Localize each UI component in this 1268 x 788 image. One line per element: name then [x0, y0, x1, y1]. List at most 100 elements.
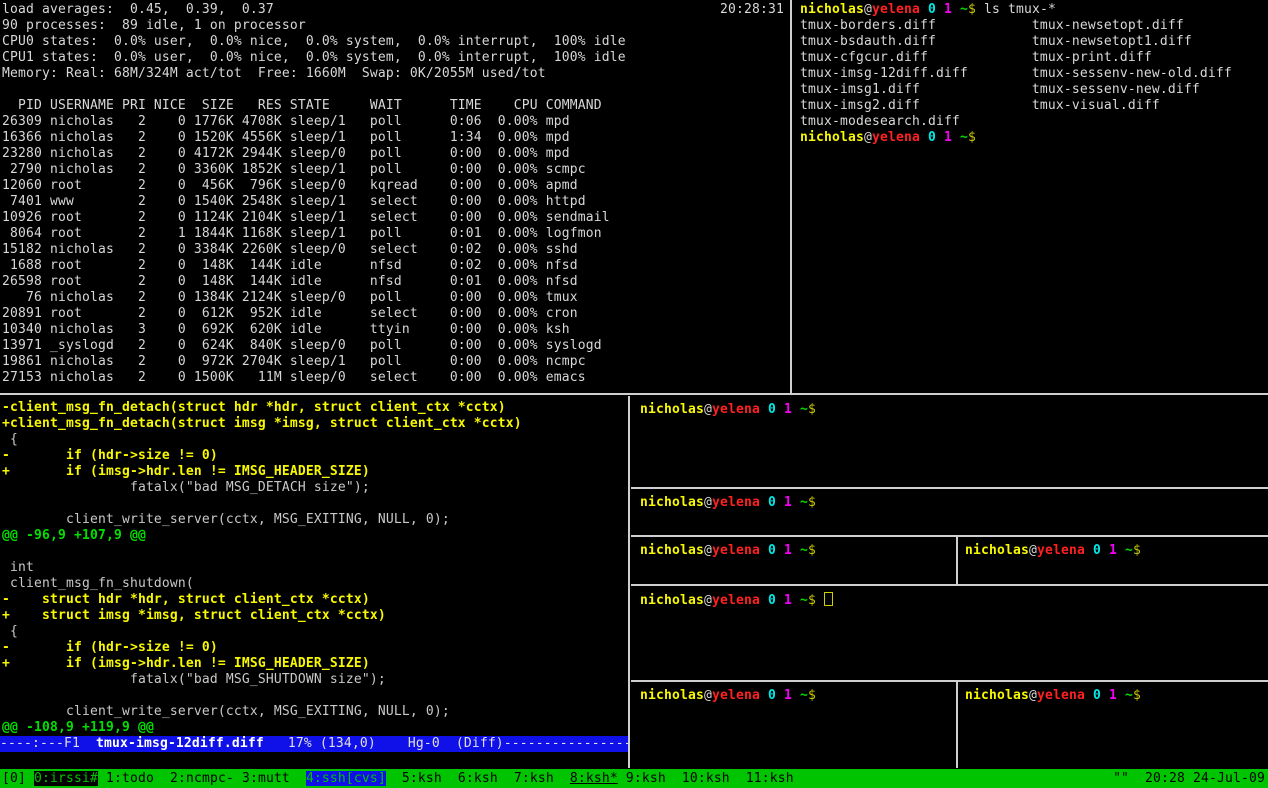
prompt-at: @	[864, 2, 872, 17]
diff-line-added: +client_msg_fn_detach(struct imsg *imsg,…	[2, 416, 630, 432]
prompt-dollar: $	[808, 543, 816, 558]
pane-shell-3[interactable]: nicholas@yelena 0 1 ~$	[631, 537, 965, 584]
diff-line-context: int	[2, 560, 630, 576]
prompt-host: yelena	[712, 543, 760, 558]
prompt-jobs: 1	[776, 495, 792, 510]
prompt-jobs: 1	[1101, 543, 1117, 558]
pane-border-vertical-bottom	[628, 396, 630, 768]
prompt-host: yelena	[712, 593, 760, 608]
prompt-hist: 0	[920, 2, 936, 17]
prompt-host: yelena	[712, 495, 760, 510]
process-row: 15182 nicholas 2 0 3384K 2260K sleep/0 s…	[2, 242, 792, 258]
prompt-user: nicholas	[965, 543, 1029, 558]
shell-prompt-line[interactable]: nicholas@yelena 0 1 ~$	[640, 495, 1268, 511]
prompt-user: nicholas	[640, 688, 704, 703]
shell-prompt: nicholas@yelena 0 1 ~$	[965, 688, 1141, 703]
shell-prompt-line[interactable]: nicholas@yelena 0 1 ~$	[965, 543, 1268, 559]
pane-shell-ls[interactable]: nicholas@yelena 0 1 ~$ ls tmux-* tmux-bo…	[792, 0, 1268, 395]
prompt-path: ~	[952, 130, 968, 145]
status-window-4sshcvs[interactable]: 4:ssh[cvs]	[306, 771, 386, 786]
status-window-3mutt[interactable]: 3:mutt	[242, 771, 290, 786]
status-separator	[234, 771, 242, 786]
prompt-host: yelena	[712, 402, 760, 417]
prompt-host: yelena	[872, 2, 920, 17]
status-window-9ksh[interactable]: 9:ksh	[626, 771, 666, 786]
prompt-dollar: $	[1133, 688, 1141, 703]
file-list-line: tmux-imsg-12diff.diff tmux-sessenv-new-o…	[800, 66, 1268, 82]
status-separator	[618, 771, 626, 786]
status-separator	[290, 771, 306, 786]
process-row: 26309 nicholas 2 0 1776K 4708K sleep/1 p…	[2, 114, 792, 130]
shell-prompt-line[interactable]: nicholas@yelena 0 1 ~$	[640, 402, 1268, 418]
prompt-dollar: $	[808, 495, 816, 510]
prompt-user: nicholas	[640, 593, 704, 608]
prompt-user: nicholas	[640, 543, 704, 558]
prompt-hist: 0	[1085, 543, 1101, 558]
status-session-name: [0]	[2, 771, 26, 786]
prompt-hist: 0	[760, 402, 776, 417]
file-list-line: tmux-cfgcur.diff tmux-print.diff	[800, 50, 1268, 66]
prompt-hist: 0	[920, 130, 936, 145]
emacs-buffer-name: tmux-imsg-12diff.diff	[96, 736, 264, 751]
status-window-5ksh[interactable]: 5:ksh	[402, 771, 442, 786]
process-row: 8064 root 2 1 1844K 1168K sleep/1 poll 0…	[2, 226, 792, 242]
status-separator	[554, 771, 570, 786]
pane-shell-4[interactable]: nicholas@yelena 0 1 ~$	[958, 537, 1268, 584]
prompt-at: @	[1029, 688, 1037, 703]
prompt-jobs: 1	[1101, 688, 1117, 703]
shell-prompt-line[interactable]: nicholas@yelena 0 1 ~$	[640, 688, 965, 704]
emacs-minibuffer[interactable]	[0, 752, 628, 768]
prompt-dollar: $	[968, 130, 976, 145]
prompt-at: @	[1029, 543, 1037, 558]
prompt-user: nicholas	[965, 688, 1029, 703]
pane-shell-2[interactable]: nicholas@yelena 0 1 ~$	[631, 489, 1268, 541]
prompt-hist: 0	[1085, 688, 1101, 703]
status-window-11ksh[interactable]: 11:ksh	[746, 771, 794, 786]
diff-line-context: client_write_server(cctx, MSG_EXITING, N…	[2, 512, 630, 528]
status-window-0irssi[interactable]: 0:irssi#	[34, 771, 98, 786]
prompt-dollar: $	[808, 402, 816, 417]
top-cpu0-line: CPU0 states: 0.0% user, 0.0% nice, 0.0% …	[2, 34, 792, 50]
pane-shell-active[interactable]: nicholas@yelena 0 1 ~$	[631, 586, 1268, 686]
pane-border-horizontal-middle	[0, 393, 1268, 395]
top-clock: 20:28:31	[720, 2, 784, 18]
file-list-line: tmux-imsg1.diff tmux-sessenv-new.diff	[800, 82, 1268, 98]
status-window-6ksh[interactable]: 6:ksh	[458, 771, 498, 786]
pane-shell-5[interactable]: nicholas@yelena 0 1 ~$	[631, 682, 965, 768]
shell-prompt: nicholas@yelena 0 1 ~$	[640, 593, 816, 608]
pane-emacs-diff[interactable]: -client_msg_fn_detach(struct hdr *hdr, s…	[0, 396, 630, 772]
top-processes-line: 90 processes: 89 idle, 1 on processor	[2, 18, 792, 34]
prompt-hist: 0	[760, 543, 776, 558]
shell-command-line[interactable]: nicholas@yelena 0 1 ~$ ls tmux-*	[800, 2, 1268, 18]
status-window-8ksh[interactable]: 8:ksh*	[570, 771, 618, 786]
status-window-10ksh[interactable]: 10:ksh	[682, 771, 730, 786]
diff-line-context: client_msg_fn_shutdown(	[2, 576, 630, 592]
prompt-at: @	[864, 130, 872, 145]
prompt-path: ~	[792, 543, 808, 558]
top-load-line: load averages: 0.45, 0.39, 0.37 20:28:31	[2, 2, 792, 18]
shell-prompt-line[interactable]: nicholas@yelena 0 1 ~$	[640, 543, 965, 559]
process-row: 26598 root 2 0 148K 144K idle nfsd 0:01 …	[2, 274, 792, 290]
pane-shell-1[interactable]: nicholas@yelena 0 1 ~$	[631, 396, 1268, 493]
prompt-dollar: $	[1133, 543, 1141, 558]
status-window-1todo[interactable]: 1:todo	[106, 771, 154, 786]
pane-top-process-monitor[interactable]: load averages: 0.45, 0.39, 0.3720:28:31 …	[0, 0, 792, 395]
status-window-2ncmpc[interactable]: 2:ncmpc-	[170, 771, 234, 786]
process-row: 20891 root 2 0 612K 952K idle select 0:0…	[2, 306, 792, 322]
file-list-line: tmux-borders.diff tmux-newsetopt.diff	[800, 18, 1268, 34]
prompt-host: yelena	[712, 688, 760, 703]
modeline-dashes: ----------------	[504, 736, 628, 751]
file-list-line: tmux-bsdauth.diff tmux-newsetopt1.diff	[800, 34, 1268, 50]
prompt-hist: 0	[760, 495, 776, 510]
prompt-path: ~	[1117, 543, 1133, 558]
modeline-info: 17% (134,0) Hg-0 (Diff)	[264, 736, 504, 751]
status-separator	[386, 771, 402, 786]
top-load-averages: load averages: 0.45, 0.39, 0.37	[2, 2, 274, 17]
shell-prompt-line[interactable]: nicholas@yelena 0 1 ~$	[640, 592, 1268, 608]
shell-prompt-line[interactable]: nicholas@yelena 0 1 ~$	[800, 130, 1268, 146]
diff-line-context: {	[2, 624, 630, 640]
shell-prompt-line[interactable]: nicholas@yelena 0 1 ~$	[965, 688, 1268, 704]
pane-shell-6[interactable]: nicholas@yelena 0 1 ~$	[958, 682, 1268, 768]
status-window-7ksh[interactable]: 7:ksh	[514, 771, 554, 786]
pane-shell-row-3: nicholas@yelena 0 1 ~$ nicholas@yelena 0…	[631, 537, 1268, 584]
